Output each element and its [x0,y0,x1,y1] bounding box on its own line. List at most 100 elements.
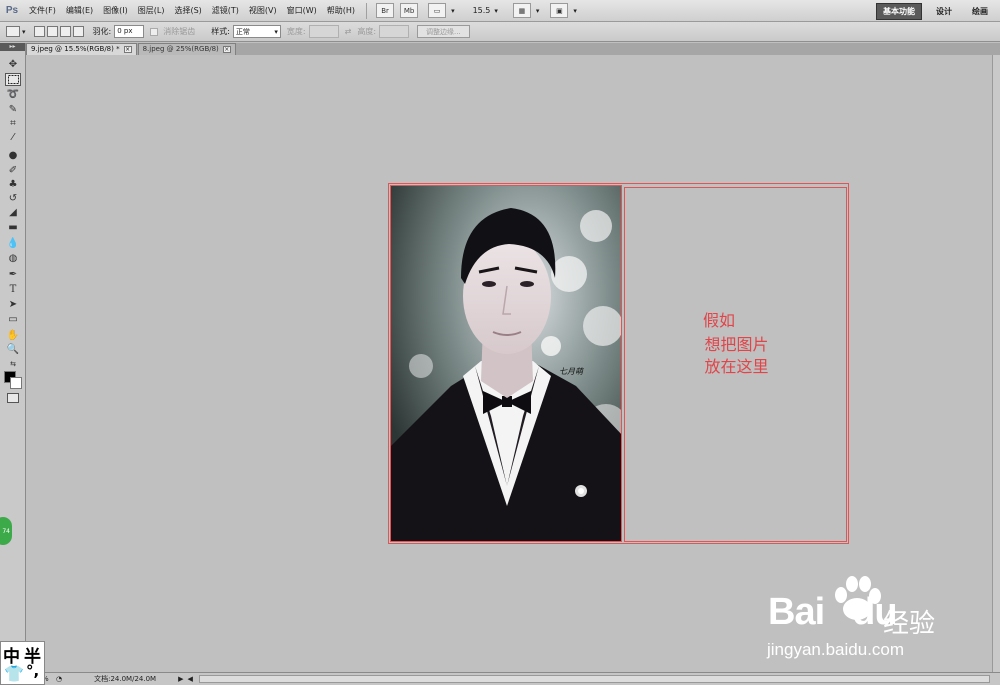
ime-punctuation[interactable]: °, [26,662,39,680]
close-icon[interactable]: × [222,46,231,53]
quick-selection-tool-icon[interactable]: ✎ [5,103,21,116]
menu-bar: Ps 文件(F) 编辑(E) 图像(I) 图层(L) 选择(S) 滤镜(T) 视… [0,0,1000,22]
width-label: 宽度: [286,27,306,36]
status-info-icon[interactable]: ◔ [56,675,62,683]
menu-help[interactable]: 帮助(H) [322,5,360,16]
screen-mode-dropdown[interactable]: ▣ ▾ [547,3,577,18]
tool-preset-icon[interactable] [6,26,20,37]
pen-tool-icon[interactable]: ✒ [5,268,21,281]
photo-signature: 七月萌 [559,367,585,376]
bridge-button[interactable]: Br [376,3,395,18]
dodge-tool-icon[interactable]: ◍ [5,252,21,265]
workspace-design[interactable]: 设计 [930,4,958,19]
photoshop-logo: Ps [5,5,19,16]
view-extras-dropdown[interactable]: ▭ ▾ [425,3,455,18]
chevron-down-icon: ▾ [451,6,455,15]
menu-view[interactable]: 视图(V) [244,5,282,16]
new-selection-icon[interactable] [33,26,45,37]
eyedropper-tool-icon[interactable]: ⁄ [5,131,21,144]
chevron-down-icon[interactable]: ▾ [494,7,498,15]
caption-line-1: 假如 [702,311,735,330]
placeholder-area[interactable]: 假如 想把图片 放在这里 [624,187,847,542]
swap-colors-icon[interactable]: ⇆ [5,357,21,370]
watermark-brand-part1: Bai [768,591,825,633]
arrange-documents-dropdown[interactable]: ▦ ▾ [510,3,540,18]
chevron-down-icon: ▾ [274,27,278,36]
swap-icon[interactable]: ⇄ [345,27,352,36]
close-icon[interactable]: × [123,46,132,53]
watermark-brand: Bai du [768,591,898,634]
watermark-url: jingyan.baidu.com [767,640,905,659]
zoom-tool-icon[interactable]: 🔍 [5,343,21,356]
ime-toolbar: 中 半 👕 °, [0,641,45,685]
hand-tool-icon[interactable]: ✋ [5,329,21,342]
background-color-swatch[interactable] [10,377,22,389]
quick-mask-icon[interactable] [7,393,19,403]
style-select[interactable]: 正常 ▾ [232,25,281,38]
menu-filter[interactable]: 滤镜(T) [207,5,244,16]
scroll-left-icon[interactable]: ◀ [187,675,192,683]
caption-line-3: 放在这里 [704,357,769,376]
marquee-tool-icon[interactable] [5,73,21,86]
brush-tool-icon[interactable]: ✐ [5,164,21,177]
menu-edit[interactable]: 编辑(E) [61,5,98,16]
refine-edge-button[interactable]: 调整边缘... [417,25,470,38]
clone-stamp-tool-icon[interactable]: ♣ [5,178,21,191]
chevron-down-icon[interactable]: ▾ [22,28,26,36]
photoshop-window: Ps 文件(F) 编辑(E) 图像(I) 图层(L) 选择(S) 滤镜(T) 视… [0,0,1000,685]
workspace-essentials[interactable]: 基本功能 [876,2,922,20]
path-selection-tool-icon[interactable]: ➤ [5,298,21,311]
menu-layer[interactable]: 图层(L) [133,5,170,16]
zoom-level[interactable]: 15.5 [473,6,491,15]
placeholder-caption: 假如 想把图片 放在这里 [625,310,848,378]
portrait-photo: 七月萌 [391,186,621,541]
rectangle-tool-icon[interactable]: ▭ [5,313,21,326]
screen-mode-icon: ▣ [550,3,569,18]
width-input[interactable] [308,25,339,38]
panel-dock-edge [992,55,1000,673]
minibridge-button[interactable]: Mb [400,3,419,18]
move-tool-icon[interactable]: ✥ [5,58,21,71]
status-doc-size: 文档:24.0M/24.0M [94,675,157,683]
healing-brush-tool-icon[interactable]: ● [5,149,21,162]
gradient-tool-icon[interactable]: ▬ [5,221,21,234]
height-label: 高度: [357,27,377,36]
tab-label: 9.jpeg @ 15.5%(RGB/8) * [31,45,120,53]
menu-file[interactable]: 文件(F) [24,5,61,16]
ime-skin-icon[interactable]: 👕 [4,664,24,683]
photo-layer[interactable]: 七月萌 [390,185,622,542]
menu-select[interactable]: 选择(S) [169,5,206,16]
status-bar: % ◔ 文档:24.0M/24.0M ▶ ◀ [26,672,1000,685]
panel-grip-icon[interactable]: ▸▸ [0,43,25,51]
tab-8-jpeg[interactable]: 8.jpeg @ 25%(RGB/8) × [137,43,236,55]
floating-badge-icon[interactable]: 74 [0,517,12,545]
add-selection-icon[interactable] [46,26,58,37]
style-label: 样式: [211,27,230,36]
workspace-painting[interactable]: 绘画 [966,4,994,19]
style-value: 正常 [235,27,250,36]
menu-image[interactable]: 图像(I) [98,5,133,16]
subtract-selection-icon[interactable] [59,26,71,37]
arrange-documents-icon: ▦ [512,3,531,18]
intersect-selection-icon[interactable] [72,26,84,37]
caption-line-2: 想把图片 [704,335,769,354]
blur-tool-icon[interactable]: 💧 [5,237,21,250]
marquee-shape [7,75,19,84]
feather-label: 羽化: [92,27,112,36]
lasso-tool-icon[interactable]: ➰ [5,88,21,101]
tab-9-jpeg[interactable]: 9.jpeg @ 15.5%(RGB/8) * × [26,43,137,55]
crop-tool-icon[interactable]: ⌗ [5,117,21,130]
history-brush-tool-icon[interactable]: ↺ [5,192,21,205]
eraser-tool-icon[interactable]: ◢ [5,206,21,219]
antialias-checkbox[interactable] [150,27,159,36]
tools-panel: ▸▸ ✥ ➰ ✎ ⌗ ⁄ ● ✐ ♣ ↺ ◢ ▬ 💧 ◍ ✒ T ➤ ▭ ✋ 🔍… [0,43,26,673]
height-input[interactable] [379,25,410,38]
chevron-down-icon: ▾ [573,6,577,15]
feather-input[interactable]: 0 px [114,25,145,38]
menu-window[interactable]: 窗口(W) [282,5,322,16]
horizontal-scrollbar[interactable] [198,675,990,683]
type-tool-icon[interactable]: T [5,283,21,296]
watermark-name: 经验 [883,609,936,639]
chevron-down-icon: ▾ [535,6,540,15]
play-icon[interactable]: ▶ [178,675,183,683]
